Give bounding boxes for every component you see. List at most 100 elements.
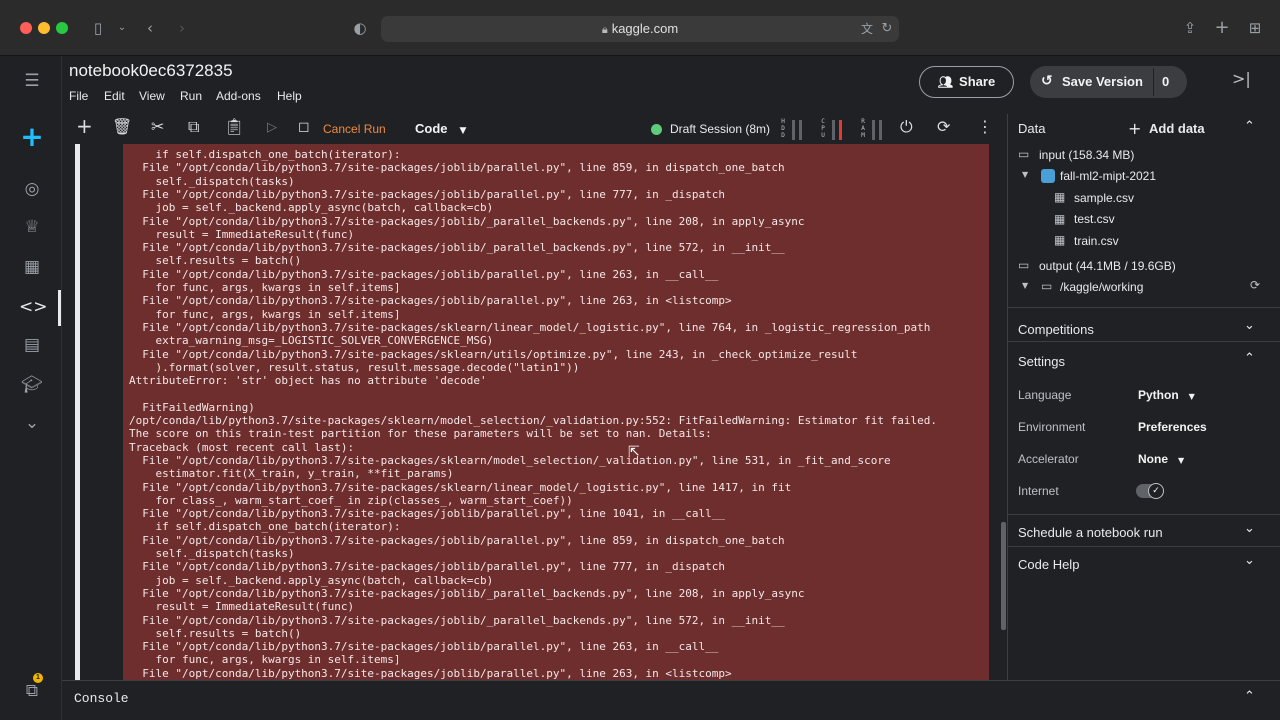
environment-label: Environment bbox=[1018, 420, 1086, 434]
cpu-meter-label: CPU bbox=[821, 118, 825, 139]
cell-output-area[interactable]: if self.dispatch_one_batch(iterator): Fi… bbox=[62, 144, 1006, 680]
paste-icon[interactable]: 📋︎ bbox=[224, 117, 244, 136]
chevron-down-icon[interactable]: ⌄ bbox=[1244, 521, 1255, 536]
share-button[interactable]: 👥︎ Share bbox=[919, 66, 1014, 98]
internet-toggle[interactable]: ✓ bbox=[1136, 483, 1164, 499]
table-icon: ▦ bbox=[1054, 233, 1066, 247]
run-icon[interactable]: ▷ bbox=[267, 120, 277, 135]
menu-file[interactable]: File bbox=[69, 89, 88, 103]
console-panel[interactable]: Console ⌃ bbox=[62, 680, 1280, 716]
caret-down-icon[interactable]: ▼ bbox=[1022, 170, 1028, 179]
address-bar[interactable]: 🔒︎ kaggle.com 文 ↻ bbox=[381, 16, 899, 42]
close-window-button[interactable] bbox=[20, 22, 32, 34]
collapse-panel-icon[interactable]: >| bbox=[1232, 69, 1251, 88]
back-icon[interactable]: ‹ bbox=[138, 16, 162, 40]
traceback-line: result = ImmediateResult(func) bbox=[129, 600, 355, 614]
competitions-section[interactable]: Competitions bbox=[1018, 322, 1094, 337]
caret-down-icon[interactable]: ▼ bbox=[1022, 281, 1028, 290]
more-options-icon[interactable]: ⋮ bbox=[977, 117, 993, 136]
create-icon[interactable]: + bbox=[19, 123, 45, 151]
menu-add-ons[interactable]: Add-ons bbox=[216, 89, 261, 103]
refresh-icon[interactable]: ⟳ bbox=[1250, 278, 1260, 292]
input-folder[interactable]: input (158.34 MB) bbox=[1039, 148, 1134, 162]
settings-section[interactable]: Settings bbox=[1018, 354, 1065, 369]
traceback-line: File "/opt/conda/lib/python3.7/site-pack… bbox=[129, 214, 805, 228]
output-folder[interactable]: output (44.1MB / 19.6GB) bbox=[1039, 259, 1176, 273]
accelerator-select[interactable]: None ▼ bbox=[1138, 452, 1184, 466]
save-version-button[interactable]: ↺ Save Version 0 bbox=[1030, 66, 1187, 98]
menu-help[interactable]: Help bbox=[277, 89, 302, 103]
traceback-line: self._dispatch(tasks) bbox=[129, 174, 295, 188]
add-data-button[interactable]: Add data bbox=[1149, 121, 1205, 136]
kaggle-notebook-app: ☰ + ◎ ♕ ▦ <> ▤ 🎓︎ ⌄ ⧉ 1 notebook0ec63728… bbox=[0, 56, 1280, 720]
copy-icon[interactable]: ⧉ bbox=[188, 117, 199, 137]
cell-type-select[interactable]: Code ▼ bbox=[415, 121, 466, 136]
restart-icon[interactable]: ⟳ bbox=[937, 117, 950, 136]
more-icon[interactable]: ⌄ bbox=[19, 410, 45, 436]
share-icon[interactable]: ⇪ bbox=[1178, 16, 1202, 40]
chevron-up-icon[interactable]: ⌃ bbox=[1244, 351, 1255, 366]
traceback-line: File "/opt/conda/lib/python3.7/site-pack… bbox=[129, 560, 726, 574]
power-icon[interactable]: ⏻ bbox=[900, 117, 913, 137]
menu-run[interactable]: Run bbox=[180, 89, 202, 103]
table-icon[interactable]: ▦ bbox=[19, 254, 45, 280]
people-icon: 👥︎ bbox=[937, 75, 954, 89]
file-train-csv[interactable]: train.csv bbox=[1074, 234, 1119, 248]
zoom-window-button[interactable] bbox=[56, 22, 68, 34]
traceback-line: File "/opt/conda/lib/python3.7/site-pack… bbox=[129, 480, 792, 494]
menu-edit[interactable]: Edit bbox=[104, 89, 125, 103]
environment-preferences[interactable]: Preferences bbox=[1138, 420, 1207, 434]
chevron-down-icon[interactable]: ⌄ bbox=[1244, 553, 1255, 568]
cancel-run-button[interactable]: Cancel Run bbox=[323, 122, 386, 136]
delete-icon[interactable]: 🗑︎ bbox=[112, 117, 132, 136]
shield-icon[interactable]: ◐ bbox=[348, 16, 372, 40]
schedule-section[interactable]: Schedule a notebook run bbox=[1018, 525, 1163, 540]
chevron-down-icon[interactable]: ⌄ bbox=[110, 16, 134, 40]
cpu-meter bbox=[832, 120, 835, 140]
minimize-window-button[interactable] bbox=[38, 22, 50, 34]
sidebar-toggle-icon[interactable]: ▯ bbox=[86, 16, 110, 40]
traceback-line: /opt/conda/lib/python3.7/site-packages/s… bbox=[129, 414, 937, 427]
vertical-scrollbar[interactable] bbox=[1001, 522, 1006, 630]
error-output: if self.dispatch_one_batch(iterator): Fi… bbox=[123, 144, 989, 680]
chevron-up-icon[interactable]: ⌃ bbox=[1244, 689, 1255, 704]
traceback-line: File "/opt/conda/lib/python3.7/site-pack… bbox=[129, 640, 719, 654]
tabs-overview-icon[interactable]: ⊞ bbox=[1243, 16, 1267, 40]
stop-icon[interactable]: ◻ bbox=[298, 119, 310, 135]
traceback-line: if self.dispatch_one_batch(iterator): bbox=[129, 520, 401, 534]
code-icon[interactable]: <> bbox=[19, 294, 48, 320]
new-tab-icon[interactable]: + bbox=[1210, 16, 1234, 40]
notebook-title[interactable]: notebook0ec6372835 bbox=[69, 61, 233, 81]
menu-icon[interactable]: ☰ bbox=[19, 68, 45, 94]
file-sample-csv[interactable]: sample.csv bbox=[1074, 191, 1134, 205]
trophy-icon[interactable]: ♕ bbox=[19, 214, 45, 240]
traceback-line: File "/opt/conda/lib/python3.7/site-pack… bbox=[129, 241, 785, 255]
caret-down-icon: ▼ bbox=[459, 126, 467, 136]
version-count[interactable]: 0 bbox=[1162, 74, 1169, 89]
data-section-title[interactable]: Data bbox=[1018, 121, 1045, 136]
table-icon: ▦ bbox=[1054, 212, 1066, 226]
traceback-line: File "/opt/conda/lib/python3.7/site-pack… bbox=[129, 507, 726, 521]
chevron-up-icon[interactable]: ⌃ bbox=[1244, 119, 1255, 134]
add-icon[interactable]: + bbox=[1128, 119, 1141, 138]
compass-icon[interactable]: ◎ bbox=[19, 176, 45, 202]
comment-icon[interactable]: ▤ bbox=[19, 332, 45, 358]
cut-icon[interactable]: ✂ bbox=[151, 117, 164, 136]
session-status[interactable]: Draft Session (8m) bbox=[670, 122, 770, 136]
file-test-csv[interactable]: test.csv bbox=[1074, 212, 1115, 226]
working-folder[interactable]: /kaggle/working bbox=[1060, 280, 1143, 294]
traceback-line: for func, args, kwargs in self.items] bbox=[129, 307, 401, 321]
left-nav-rail: ☰ + ◎ ♕ ▦ <> ▤ 🎓︎ ⌄ ⧉ 1 bbox=[0, 56, 62, 720]
dataset-name[interactable]: fall-ml2-mipt-2021 bbox=[1060, 169, 1156, 183]
forward-icon[interactable]: › bbox=[170, 16, 194, 40]
language-select[interactable]: Python ▼ bbox=[1138, 388, 1195, 402]
school-icon[interactable]: 🎓︎ bbox=[19, 372, 45, 398]
menu-view[interactable]: View bbox=[139, 89, 165, 103]
chevron-down-icon[interactable]: ⌄ bbox=[1244, 318, 1255, 333]
reload-icon[interactable]: ↻ bbox=[875, 17, 899, 41]
code-help-section[interactable]: Code Help bbox=[1018, 557, 1079, 572]
hdd-meter bbox=[792, 120, 795, 140]
caret-down-icon: ▼ bbox=[1188, 392, 1195, 401]
dataset-icon bbox=[1041, 169, 1055, 183]
add-cell-icon[interactable]: + bbox=[76, 114, 93, 138]
